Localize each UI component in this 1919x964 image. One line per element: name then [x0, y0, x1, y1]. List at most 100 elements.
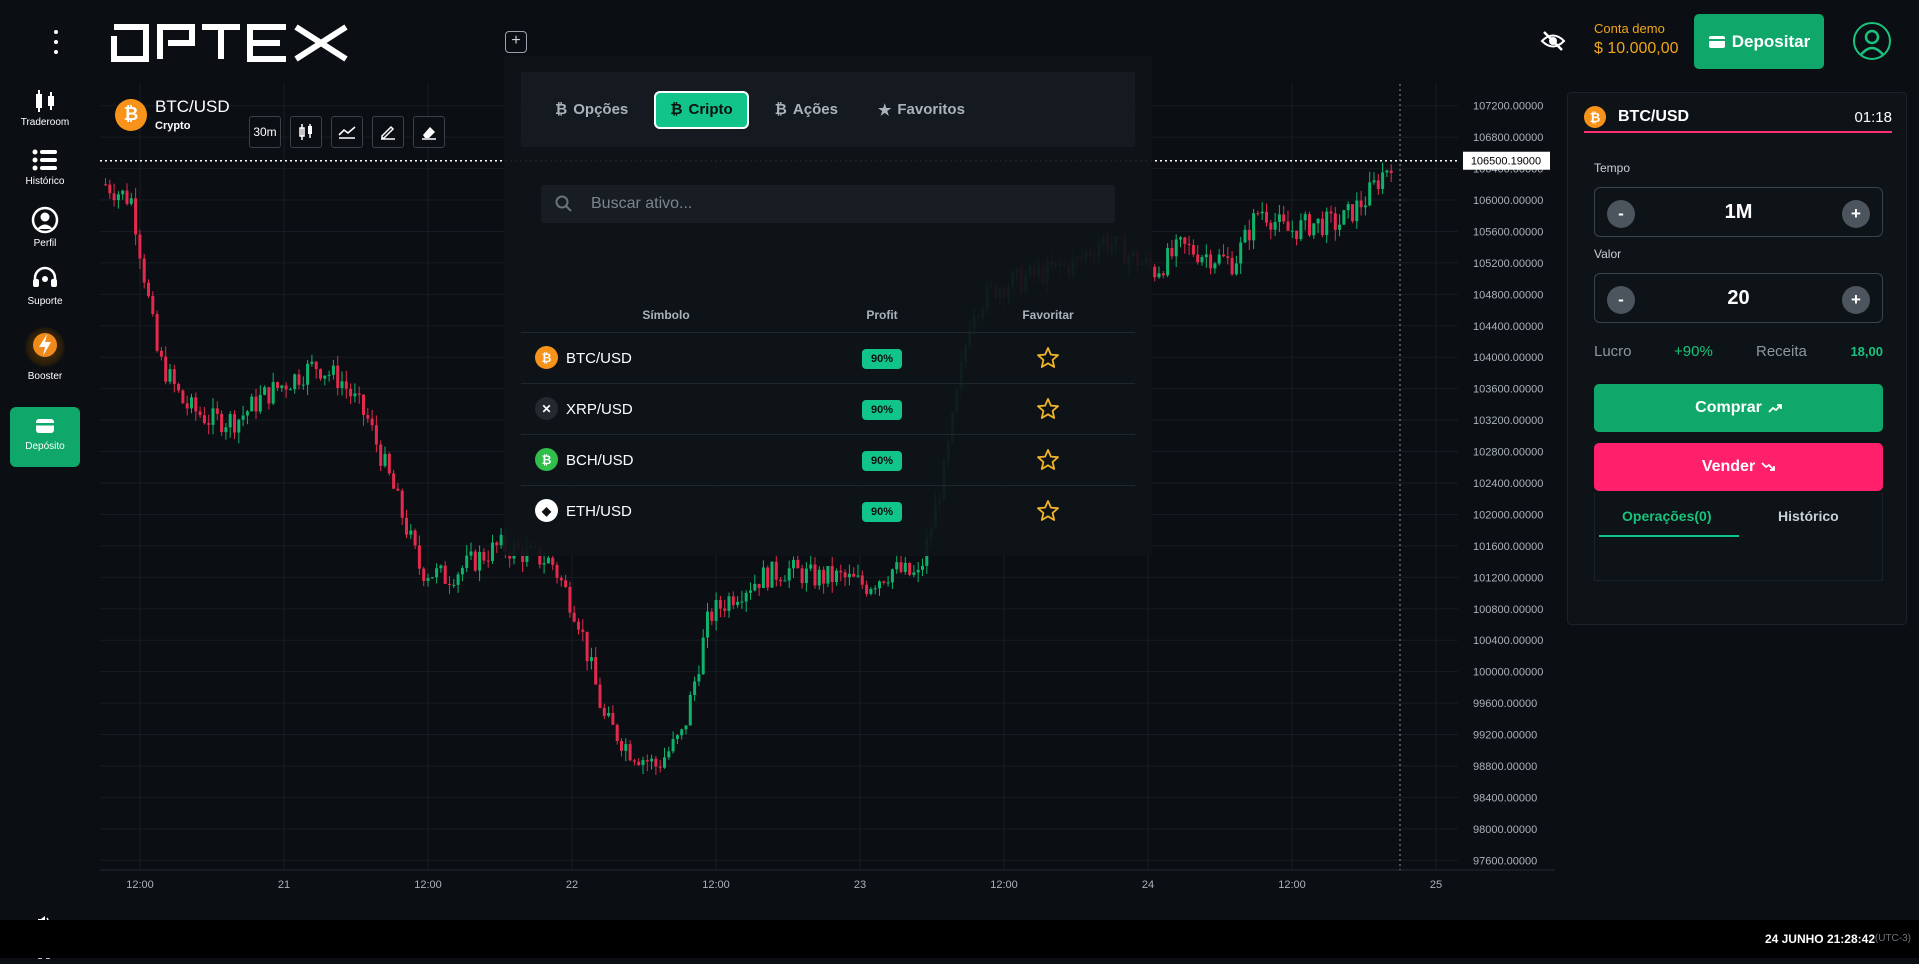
candle-body: [1191, 245, 1195, 255]
candle-body: [1222, 254, 1225, 257]
candle-body: [301, 384, 305, 386]
column-header-symbol: Símbolo: [642, 308, 690, 322]
demo-balance: $ 10.000,00: [1594, 40, 1679, 57]
chart-asset-tag[interactable]: ₿ BTC/USD Crypto: [115, 97, 230, 132]
candlestick-icon: [36, 90, 54, 112]
candle-body: [409, 530, 413, 535]
tab-acoes[interactable]: ₿ Ações: [761, 91, 852, 129]
candle-body: [723, 608, 727, 611]
y-tick-label: 101200.00000: [1473, 572, 1543, 584]
candle-body: [426, 578, 430, 581]
amount-stepper: - 20 +: [1594, 273, 1883, 323]
y-tick-label: 107200.00000: [1473, 101, 1543, 113]
candle-body: [1368, 182, 1372, 206]
chart-asset-name: BTC/USD: [155, 97, 230, 116]
sidebar-item-booster[interactable]: Booster: [0, 327, 90, 382]
candle-body: [796, 559, 800, 569]
candle-body: [882, 581, 886, 583]
sidebar-item-perfil[interactable]: Perfil: [0, 206, 90, 249]
candle-body: [916, 569, 920, 573]
candle-body: [1209, 254, 1213, 269]
candle-body: [693, 681, 697, 695]
drawing-button[interactable]: [372, 116, 404, 148]
candle-body: [439, 565, 443, 569]
sell-button[interactable]: Vender: [1594, 443, 1883, 491]
candle-body: [1389, 170, 1393, 174]
candle-body: [602, 707, 606, 716]
menu-kebab-icon[interactable]: [48, 30, 64, 54]
pencil-icon: [381, 125, 395, 140]
favorite-star-icon[interactable]: [1036, 448, 1060, 477]
amount-increase-button[interactable]: +: [1842, 286, 1870, 314]
candle-body: [1351, 204, 1354, 222]
time-increase-button[interactable]: +: [1842, 200, 1870, 228]
candle-body: [1157, 273, 1161, 278]
candle-body: [314, 361, 318, 370]
sidebar-item-traderoom[interactable]: Traderoom: [0, 89, 90, 128]
time-value[interactable]: 1M: [1595, 201, 1882, 224]
y-tick-label: 105600.00000: [1473, 226, 1543, 238]
candle-body: [233, 414, 236, 433]
asset-list: ₿ BTC/USD 90% ✕ XRP/USD 90% ₿ BCH/USD 90% ◆ ETH/US…: [521, 332, 1135, 536]
asset-symbol: XRP/USD: [566, 401, 633, 418]
candle-body: [585, 631, 589, 662]
search-input[interactable]: [591, 195, 1071, 213]
trend-down-icon: [1761, 462, 1776, 471]
chart-type-button[interactable]: [290, 116, 322, 148]
column-header-favorite: Favoritar: [1022, 308, 1074, 322]
eraser-button[interactable]: [413, 116, 445, 148]
list-item[interactable]: ₿ BCH/USD 90%: [521, 434, 1135, 485]
candle-body: [469, 551, 473, 556]
candle-body: [753, 583, 757, 591]
favorite-star-icon[interactable]: [1036, 499, 1060, 528]
candle-body: [903, 562, 907, 572]
sidebar-item-label: Histórico: [25, 176, 65, 187]
sidebar-item-deposito[interactable]: Depósito: [10, 407, 80, 467]
candle-body: [121, 190, 125, 195]
y-tick-label: 102400.00000: [1473, 478, 1543, 490]
tab-label: Favoritos: [897, 101, 965, 118]
tab-opcoes[interactable]: ₿ Opções: [541, 91, 642, 129]
candle-body: [1256, 213, 1260, 215]
bitcoin-icon: ₿: [1584, 106, 1606, 128]
tab-operations[interactable]: Operações(0): [1622, 508, 1711, 524]
hide-balance-icon[interactable]: [1540, 30, 1566, 57]
y-tick-label: 97600.00000: [1473, 855, 1537, 867]
indicators-button[interactable]: [331, 116, 363, 148]
timeframe-button[interactable]: 30m: [249, 116, 281, 148]
demo-account[interactable]: Conta demo $ 10.000,00: [1594, 21, 1679, 58]
tab-cripto[interactable]: ₿ Cripto: [654, 90, 749, 129]
deposit-button[interactable]: Depositar: [1694, 14, 1824, 69]
buy-button[interactable]: Comprar: [1594, 384, 1883, 432]
candle-body: [568, 586, 572, 613]
candle-body: [645, 760, 649, 762]
profit-badge: 90%: [862, 349, 902, 369]
tab-history[interactable]: Histórico: [1778, 508, 1839, 524]
amount-value[interactable]: 20: [1595, 287, 1882, 310]
x-tick-label: 12:00: [1278, 879, 1306, 891]
y-tick-label: 98000.00000: [1473, 824, 1537, 836]
tab-favoritos[interactable]: ★ Favoritos: [864, 91, 979, 129]
list-item[interactable]: ✕ XRP/USD 90%: [521, 383, 1135, 434]
wallet-icon: [36, 419, 54, 433]
sidebar-item-suporte[interactable]: Suporte: [0, 266, 90, 307]
y-tick-label: 101600.00000: [1473, 541, 1543, 553]
candle-body: [202, 415, 206, 424]
optex-logo: [110, 24, 350, 67]
candle-body: [254, 396, 258, 412]
candle-body: [714, 600, 718, 621]
favorite-star-icon[interactable]: [1036, 346, 1060, 375]
candle-body: [688, 694, 692, 726]
avatar[interactable]: [1853, 22, 1891, 60]
list-item[interactable]: ₿ BTC/USD 90%: [521, 332, 1135, 383]
candle-body: [224, 427, 228, 433]
candle-body: [1316, 218, 1320, 224]
favorite-star-icon[interactable]: [1036, 397, 1060, 426]
list-item[interactable]: ◆ ETH/USD 90%: [521, 485, 1135, 536]
candle-body: [1282, 214, 1286, 222]
add-chart-button[interactable]: +: [505, 31, 527, 53]
y-tick-label: 103600.00000: [1473, 384, 1543, 396]
sidebar-item-historico[interactable]: Histórico: [0, 148, 90, 187]
candle-body: [1363, 205, 1367, 208]
candle-body: [215, 408, 219, 414]
